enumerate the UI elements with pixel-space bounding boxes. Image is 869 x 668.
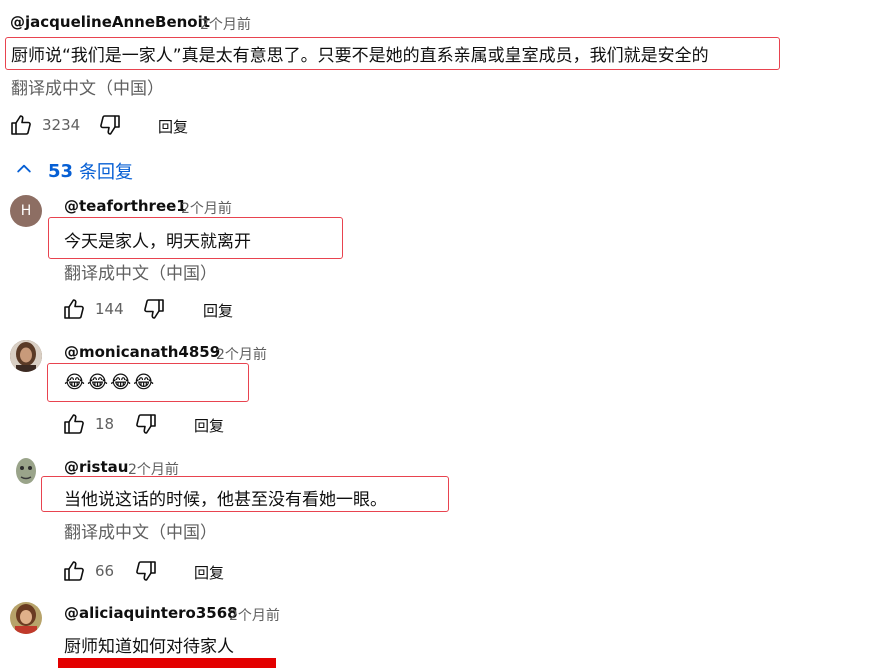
reply-author[interactable]: @aliciaquintero3568 — [64, 604, 238, 622]
thumbs-down-icon — [97, 113, 123, 137]
reply-time[interactable]: 2个月前 — [229, 605, 280, 625]
like-count: 3234 — [42, 116, 81, 134]
like-count: 66 — [95, 562, 115, 580]
avatar[interactable]: H — [10, 195, 42, 227]
avatar-photo — [14, 456, 38, 488]
dislike-button[interactable] — [133, 412, 159, 436]
like-button[interactable] — [8, 113, 34, 137]
reply-author[interactable]: @monicanath4859 — [64, 343, 220, 361]
like-button[interactable] — [61, 412, 87, 436]
comment-author[interactable]: @jacquelineAnneBenoit — [10, 13, 210, 31]
like-count: 18 — [95, 415, 115, 433]
avatar-photo — [10, 340, 42, 372]
reply-text: 今天是家人，明天就离开 — [64, 232, 251, 252]
dislike-button[interactable] — [97, 113, 123, 137]
chevron-up-icon — [14, 159, 34, 183]
thumbs-up-icon — [61, 559, 87, 583]
dislike-button[interactable] — [133, 559, 159, 583]
reply-button[interactable]: 回复 — [203, 300, 233, 321]
reply-text: 厨师知道如何对待家人 — [64, 637, 234, 657]
reply-author[interactable]: @teaforthree1 — [64, 197, 187, 215]
comment-time[interactable]: 2个月前 — [200, 14, 251, 34]
avatar-photo — [10, 602, 42, 634]
reply-time[interactable]: 2个月前 — [216, 344, 267, 364]
comment-text: 厨师说“我们是一家人”真是太有意思了。只要不是她的直系亲属或皇室成员，我们就是安… — [11, 46, 709, 66]
reply-time[interactable]: 2个月前 — [181, 198, 232, 218]
avatar[interactable] — [10, 602, 42, 634]
reply-author[interactable]: @ristau — [64, 458, 128, 476]
reply-button[interactable]: 回复 — [194, 562, 224, 583]
avatar[interactable] — [10, 340, 42, 372]
replies-toggle[interactable]: 53 条回复 — [14, 158, 133, 184]
thumbs-down-icon — [133, 412, 159, 436]
translate-link[interactable]: 翻译成中文（中国） — [64, 518, 217, 543]
replies-label: 条回复 — [79, 162, 134, 183]
like-count: 144 — [95, 300, 124, 318]
like-button[interactable] — [61, 559, 87, 583]
translate-link[interactable]: 翻译成中文（中国） — [64, 259, 217, 284]
reply-text: 😂😂😂😂 — [64, 372, 157, 393]
thumbs-down-icon — [133, 559, 159, 583]
reply-button[interactable]: 回复 — [158, 116, 188, 137]
translate-link[interactable]: 翻译成中文（中国） — [11, 74, 164, 99]
replies-count: 53 — [48, 160, 74, 182]
thumbs-down-icon — [141, 297, 167, 321]
reply-button[interactable]: 回复 — [194, 415, 224, 436]
reply-text: 当他说这话的时候，他甚至没有看她一眼。 — [64, 490, 387, 510]
avatar-letter: H — [20, 203, 32, 219]
thumbs-up-icon — [61, 412, 87, 436]
thumbs-up-icon — [61, 297, 87, 321]
thumbs-up-icon — [8, 113, 34, 137]
dislike-button[interactable] — [141, 297, 167, 321]
avatar[interactable] — [14, 456, 38, 488]
highlight-bar — [58, 658, 276, 668]
like-button[interactable] — [61, 297, 87, 321]
